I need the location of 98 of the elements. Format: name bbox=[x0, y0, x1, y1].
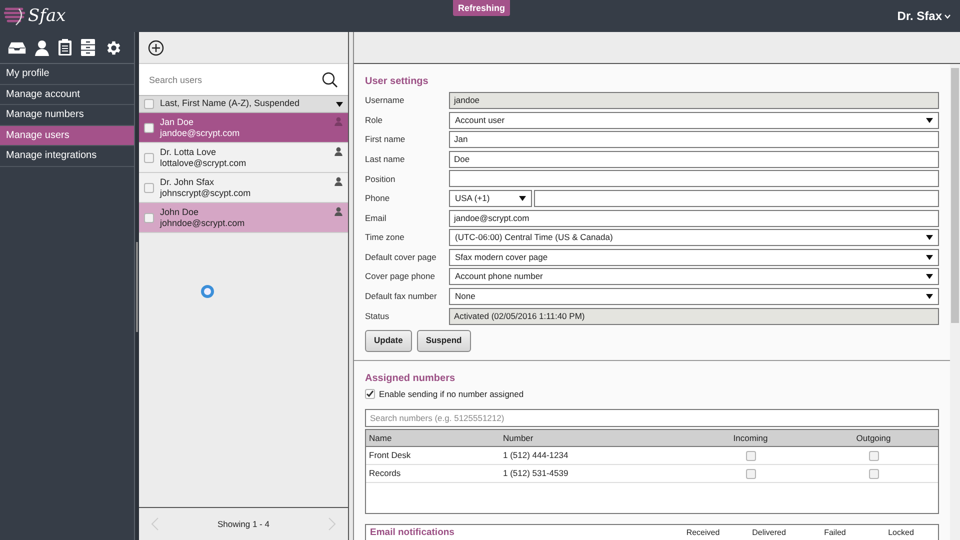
column-header: Failed bbox=[824, 526, 846, 539]
pagination-info: Showing 1 - 4 bbox=[218, 518, 270, 530]
user-name: John Doe bbox=[160, 206, 200, 218]
section-title: Assigned numbers bbox=[365, 372, 456, 386]
person-icon[interactable] bbox=[35, 40, 49, 56]
user-row[interactable]: Dr. John Sfax johnscrypt@scypt.com bbox=[139, 173, 348, 203]
select-field[interactable]: Account phone number bbox=[449, 268, 939, 286]
sort-dropdown[interactable]: Last, First Name (A-Z), Suspended bbox=[139, 96, 348, 113]
inbox-tray-icon[interactable] bbox=[8, 40, 26, 54]
field-label: Last name bbox=[365, 152, 406, 166]
text-field[interactable]: jandoe@scrypt.com bbox=[449, 210, 939, 227]
column-header: Delivered bbox=[752, 526, 786, 539]
sidebar-item[interactable]: Manage account bbox=[0, 84, 134, 105]
field-label: Cover page phone bbox=[365, 270, 436, 284]
table-cell-text: Records bbox=[369, 467, 402, 480]
section-title: Email notifications bbox=[370, 526, 456, 540]
person-icon bbox=[334, 207, 343, 216]
sidebar-item[interactable]: Manage users bbox=[0, 126, 134, 146]
outgoing-checkbox[interactable] bbox=[868, 450, 878, 461]
outgoing-checkbox[interactable] bbox=[868, 468, 878, 479]
country-select[interactable]: USA (+1) bbox=[449, 190, 532, 207]
search-users-field[interactable]: Search users bbox=[139, 64, 322, 95]
column-header: Number bbox=[503, 432, 534, 445]
select-field[interactable]: None bbox=[449, 288, 939, 305]
search-numbers-field[interactable]: Search numbers (e.g. 5125551212) bbox=[365, 409, 939, 428]
table-cell-text: Front Desk bbox=[369, 449, 412, 462]
user-name: Dr. John Sfax bbox=[160, 176, 216, 188]
checkbox[interactable] bbox=[365, 388, 375, 399]
caret-icon bbox=[926, 254, 933, 260]
select-all-checkbox[interactable] bbox=[144, 99, 154, 109]
text-field[interactable]: Jan bbox=[449, 131, 939, 148]
section-title: User settings bbox=[365, 75, 430, 89]
readonly-field: Activated (02/05/2016 1:11:40 PM) bbox=[449, 308, 939, 325]
incoming-checkbox[interactable] bbox=[746, 450, 756, 461]
add-circle-icon[interactable] bbox=[148, 40, 164, 56]
caret-icon bbox=[926, 274, 933, 280]
chevron-down-icon bbox=[944, 14, 951, 18]
field-label: Username bbox=[365, 94, 406, 107]
user-menu[interactable]: Dr. Sfax bbox=[897, 7, 951, 25]
caret-icon bbox=[926, 235, 933, 240]
column-header: Name bbox=[369, 432, 393, 445]
action-button[interactable]: Suspend bbox=[416, 330, 471, 352]
user-email: lottalove@scrypt.com bbox=[160, 158, 248, 168]
table-cell-text: 1 (512) 444-1234 bbox=[503, 449, 570, 462]
select-field[interactable]: Account user bbox=[449, 112, 939, 129]
user-name: Dr. Lotta Love bbox=[160, 146, 218, 158]
person-icon bbox=[334, 177, 343, 186]
field-label: First name bbox=[365, 133, 406, 146]
action-button[interactable]: Update bbox=[365, 330, 412, 352]
field-label: Phone bbox=[365, 192, 391, 205]
text-field[interactable]: Doe bbox=[449, 150, 939, 168]
column-header: Received bbox=[686, 526, 720, 539]
field-label: Email bbox=[365, 212, 388, 224]
clipboard-icon[interactable] bbox=[58, 39, 72, 56]
user-row[interactable]: Jan Doe jandoe@scrypt.com bbox=[139, 113, 348, 143]
person-icon bbox=[334, 147, 343, 156]
field-label: Default fax number bbox=[365, 290, 438, 303]
field-label: Default cover page bbox=[365, 250, 438, 264]
search-bar[interactable]: Search users bbox=[139, 64, 348, 96]
incoming-checkbox[interactable] bbox=[746, 468, 756, 479]
search-icon[interactable] bbox=[322, 72, 338, 88]
checkbox-label: Enable sending if no number assigned bbox=[379, 388, 524, 400]
user-email: jandoe@scrypt.com bbox=[160, 128, 241, 138]
logo-text: Sfax bbox=[28, 8, 66, 24]
sidebar-item[interactable]: Manage integrations bbox=[0, 146, 134, 166]
user-row[interactable]: Dr. Lotta Love lottalove@scrypt.com bbox=[139, 143, 348, 173]
select-field[interactable]: (UTC-06:00) Central Time (US & Canada) bbox=[449, 229, 939, 246]
column-header: Locked bbox=[888, 526, 914, 539]
field-label: Status bbox=[365, 310, 390, 322]
phone-field[interactable] bbox=[534, 190, 939, 207]
checkbox[interactable] bbox=[144, 212, 154, 222]
loading-spinner-icon bbox=[200, 284, 215, 299]
user-email: johndoe@scrypt.com bbox=[160, 218, 246, 228]
caret-icon bbox=[336, 102, 343, 106]
person-icon bbox=[334, 117, 343, 126]
select-field[interactable]: Sfax modern cover page bbox=[449, 248, 939, 266]
checkbox[interactable] bbox=[144, 122, 154, 132]
sidebar-item[interactable]: My profile bbox=[0, 64, 134, 84]
refreshing-badge: Refreshing bbox=[453, 0, 510, 16]
field-label: Position bbox=[365, 172, 396, 186]
user-row[interactable]: John Doe johndoe@scrypt.com bbox=[139, 203, 348, 233]
user-name: Jan Doe bbox=[160, 116, 195, 128]
readonly-field: jandoe bbox=[449, 92, 939, 109]
column-header: Outgoing bbox=[856, 432, 891, 445]
checkbox[interactable] bbox=[144, 182, 154, 192]
caret-icon bbox=[926, 294, 933, 299]
column-header: Incoming bbox=[733, 432, 768, 445]
caret-icon bbox=[519, 196, 526, 201]
field-label: Time zone bbox=[365, 231, 406, 244]
checkmark-icon bbox=[366, 390, 374, 398]
file-cabinet-icon[interactable] bbox=[81, 39, 95, 56]
caret-icon bbox=[926, 118, 933, 123]
logo-icon bbox=[4, 6, 26, 26]
user-email: johnscrypt@scypt.com bbox=[160, 188, 252, 198]
field-label: Role bbox=[365, 114, 384, 126]
checkbox[interactable] bbox=[144, 152, 154, 162]
table-cell-text: 1 (512) 531-4539 bbox=[503, 467, 570, 480]
text-field[interactable] bbox=[449, 170, 939, 188]
